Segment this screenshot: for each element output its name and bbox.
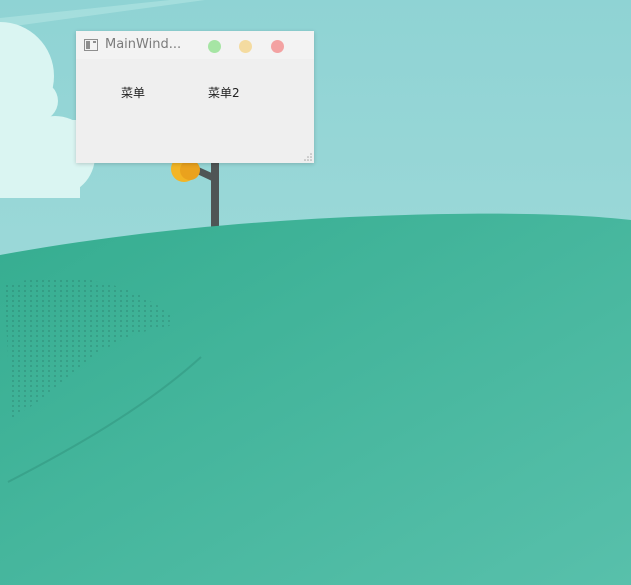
window-title: MainWind...: [105, 37, 182, 52]
window-titlebar[interactable]: MainWind...: [76, 31, 314, 59]
green-hill: [0, 213, 631, 585]
maximize-icon[interactable]: [239, 40, 252, 53]
menu-item-2[interactable]: 菜单2: [208, 83, 240, 103]
resize-grip-icon[interactable]: [303, 152, 312, 161]
window-icon: [84, 39, 98, 51]
minimize-icon[interactable]: [208, 40, 221, 53]
menu-item-1[interactable]: 菜单: [121, 83, 145, 103]
desktop: MainWind... 菜单 菜单2: [0, 0, 631, 585]
main-window[interactable]: MainWind... 菜单 菜单2: [76, 31, 314, 163]
menu-bar: 菜单 菜单2: [76, 83, 314, 103]
close-icon[interactable]: [271, 40, 284, 53]
